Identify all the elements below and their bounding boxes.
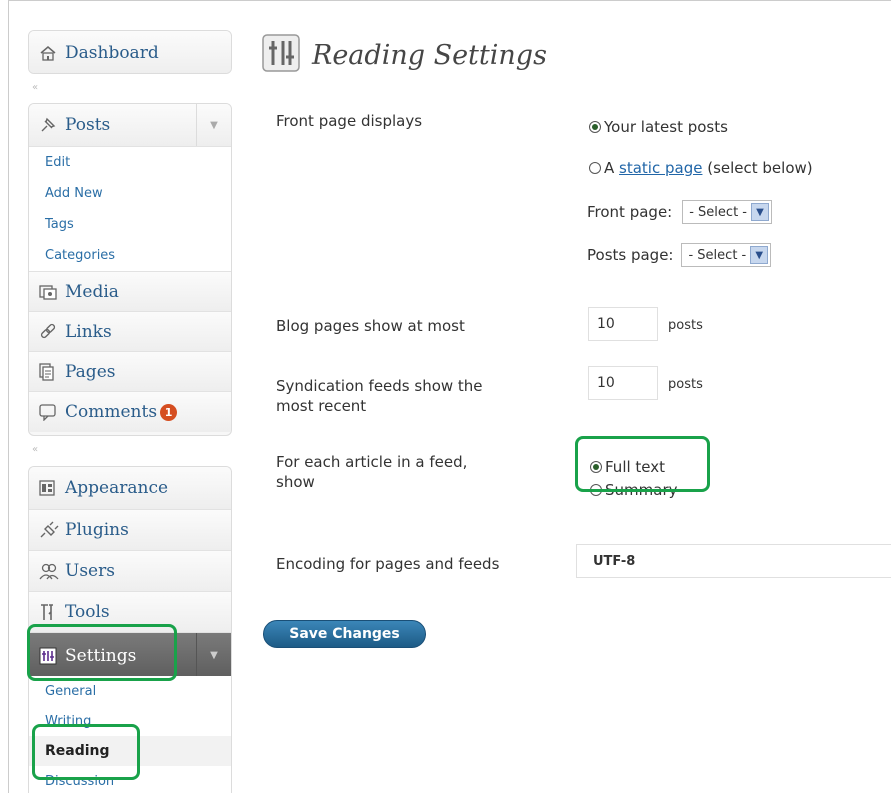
radio-latest-posts-control[interactable] <box>589 121 601 133</box>
sidebar-item-label: Appearance <box>65 478 169 498</box>
sidebar-item-tools[interactable]: Tools <box>29 592 231 633</box>
blog-pages-unit: posts <box>668 318 703 333</box>
users-icon <box>39 562 65 580</box>
syndication-label-line2: most recent <box>276 397 367 415</box>
syndication-unit: posts <box>668 377 703 392</box>
settings-icon <box>39 647 65 665</box>
chevron-down-icon: ▼ <box>751 203 769 221</box>
syndication-label-line1: Syndication feeds show the <box>276 377 483 395</box>
collapse-separator-icon[interactable]: « <box>32 82 38 93</box>
sidebar-item-links[interactable]: Links <box>29 312 231 352</box>
sidebar-item-label: Settings <box>65 645 137 666</box>
radio-full-text-label: Full text <box>605 458 666 476</box>
radio-summary-control[interactable] <box>590 484 602 496</box>
admin-menu-block: Appearance Plugins Users Tools Settings … <box>28 466 232 677</box>
encoding-label: Encoding for pages and feeds <box>276 555 500 573</box>
sidebar-item-label: Plugins <box>65 520 129 540</box>
sidebar-item-appearance[interactable]: Appearance <box>29 467 231 510</box>
sidebar-item-label: Comments <box>65 402 158 422</box>
pushpin-icon <box>39 116 65 134</box>
blog-pages-input[interactable]: 10 <box>588 307 658 341</box>
media-icon <box>39 284 65 300</box>
page-title: Reading Settings <box>312 39 547 71</box>
submenu-item-categories[interactable]: Categories <box>29 240 231 271</box>
settings-toggle-chevron-down-icon[interactable]: ▼ <box>196 633 231 677</box>
radio-static-page-prefix: A <box>604 159 620 177</box>
sidebar-item-label: Dashboard <box>65 43 159 63</box>
front-page-select[interactable]: - Select - ▼ <box>682 200 772 224</box>
page-header: Reading Settings <box>262 34 547 76</box>
sidebar-item-settings[interactable]: Settings ▼ <box>29 633 231 677</box>
submenu-item-tags[interactable]: Tags <box>29 209 231 240</box>
settings-page-icon <box>262 34 300 76</box>
posts-page-select[interactable]: - Select - ▼ <box>681 243 772 267</box>
front-page-displays-label: Front page displays <box>276 112 423 130</box>
posts-toggle-chevron-down-icon[interactable]: ▼ <box>196 104 231 146</box>
radio-static-page-suffix: (select below) <box>702 159 813 177</box>
content-menu-block: Posts ▼ Edit Add New Tags Categories Med… <box>28 103 232 436</box>
submenu-item-discussion[interactable]: Discussion <box>29 766 231 796</box>
chevron-down-icon: ▼ <box>750 246 769 264</box>
posts-page-select-row: Posts page: - Select - ▼ <box>587 243 772 267</box>
radio-latest-posts-label: Your latest posts <box>604 118 728 136</box>
appearance-icon <box>39 480 65 496</box>
syndication-input[interactable]: 10 <box>588 366 658 400</box>
front-page-select-value: - Select - <box>689 204 747 220</box>
radio-static-page-control[interactable] <box>589 162 601 174</box>
front-page-select-label: Front page: <box>587 203 673 221</box>
radio-latest-posts[interactable]: Your latest posts <box>589 118 728 136</box>
radio-full-text-control[interactable] <box>590 461 602 473</box>
static-page-link[interactable]: static page <box>619 159 702 177</box>
collapse-separator-icon-2[interactable]: « <box>32 444 38 455</box>
sidebar-item-pages[interactable]: Pages <box>29 352 231 392</box>
sidebar-item-dashboard[interactable]: Dashboard <box>29 31 231 73</box>
submenu-item-general[interactable]: General <box>29 676 231 706</box>
radio-summary[interactable]: Summary <box>590 481 678 499</box>
radio-static-page[interactable]: A static page (select below) <box>589 159 813 177</box>
sidebar-item-plugins[interactable]: Plugins <box>29 510 231 551</box>
sidebar-item-label: Users <box>65 561 115 581</box>
comments-count-badge: 1 <box>160 403 178 421</box>
tools-icon <box>39 603 65 621</box>
settings-submenu: General Writing Reading Discussion <box>28 676 232 793</box>
speech-bubble-icon <box>39 403 65 421</box>
sidebar-item-media[interactable]: Media <box>29 272 231 312</box>
article-feed-label-line1: For each article in a feed, <box>276 453 468 471</box>
blog-pages-label: Blog pages show at most <box>276 317 465 335</box>
sidebar-item-label: Links <box>65 321 112 342</box>
submenu-item-edit[interactable]: Edit <box>29 147 231 178</box>
posts-page-select-value: - Select - <box>688 247 747 263</box>
submenu-item-writing[interactable]: Writing <box>29 706 231 736</box>
article-feed-label-line2: show <box>276 473 315 491</box>
sidebar-item-label: Posts <box>65 115 111 135</box>
chain-link-icon <box>39 323 65 341</box>
pages-icon <box>39 362 65 381</box>
radio-summary-label: Summary <box>605 481 678 499</box>
sidebar-item-posts[interactable]: Posts ▼ <box>29 104 231 147</box>
submenu-item-reading[interactable]: Reading <box>29 736 231 766</box>
submenu-item-add-new[interactable]: Add New <box>29 178 231 209</box>
plug-icon <box>39 521 65 539</box>
posts-page-select-label: Posts page: <box>587 246 674 264</box>
encoding-input[interactable]: UTF-8 <box>576 544 891 578</box>
home-icon <box>39 45 65 61</box>
posts-submenu: Edit Add New Tags Categories <box>29 147 231 272</box>
sidebar-item-label: Media <box>65 281 119 302</box>
sidebar-item-label: Tools <box>65 602 110 622</box>
sidebar-item-users[interactable]: Users <box>29 551 231 592</box>
dashboard-menu-block: Dashboard <box>28 30 232 74</box>
front-page-select-row: Front page: - Select - ▼ <box>587 200 772 224</box>
sidebar-item-comments[interactable]: Comments 1 <box>29 392 231 432</box>
save-changes-button[interactable]: Save Changes <box>263 620 426 648</box>
radio-full-text[interactable]: Full text <box>590 458 665 476</box>
sidebar-item-label: Pages <box>65 361 116 382</box>
